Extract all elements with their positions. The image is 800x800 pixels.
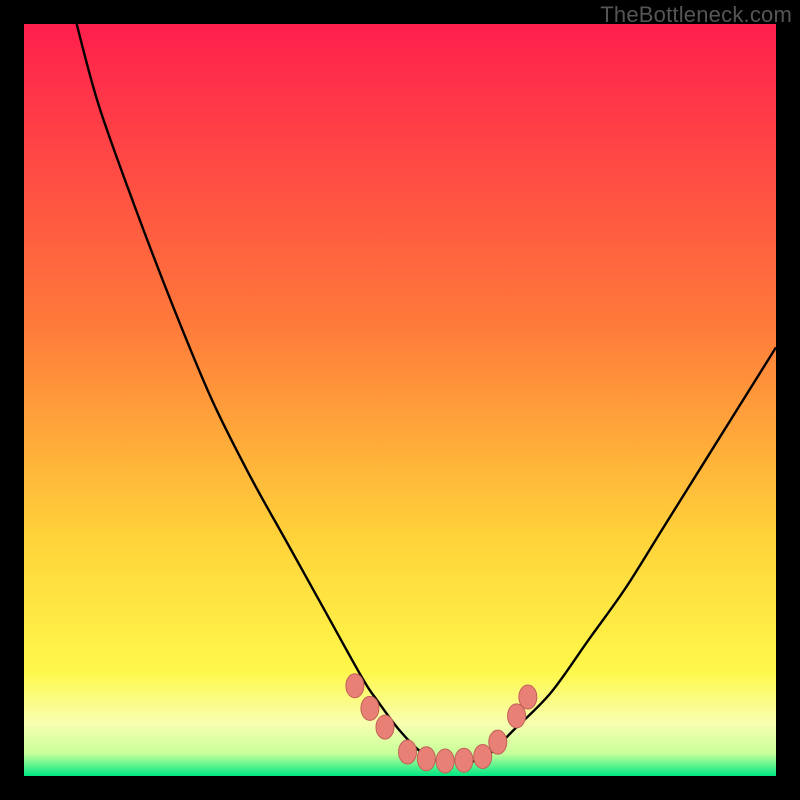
watermark-text: TheBottleneck.com (600, 2, 792, 28)
curve-marker (474, 744, 492, 768)
chart-plot-area (24, 24, 776, 776)
curve-marker (455, 748, 473, 772)
curve-marker (346, 674, 364, 698)
curve-marker (417, 747, 435, 771)
curve-marker (489, 730, 507, 754)
chart-svg (24, 24, 776, 776)
curve-marker (376, 715, 394, 739)
curve-marker (361, 696, 379, 720)
curve-marker (436, 749, 454, 773)
bottleneck-curve (77, 24, 776, 762)
curve-marker (519, 685, 537, 709)
curve-marker (399, 740, 417, 764)
